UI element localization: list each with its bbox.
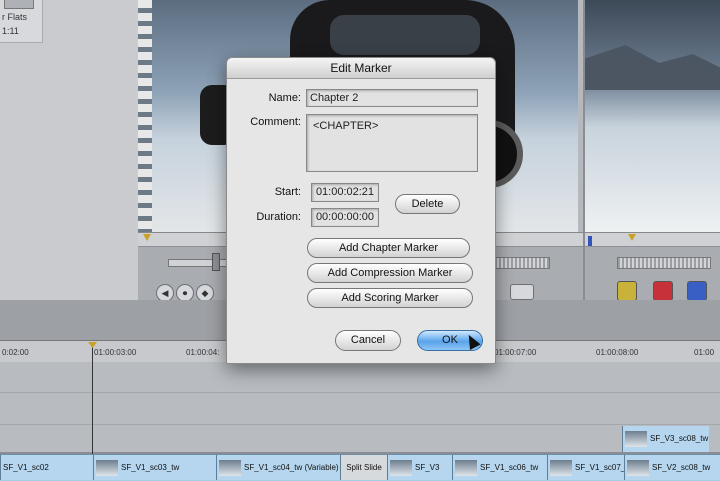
browser-panel [0,0,138,305]
clip-label: SF_V2_sc08_tw [652,463,711,472]
comment-label: Comment: [250,116,301,128]
clip-thumbnail [219,459,241,476]
comment-field[interactable]: <CHAPTER> [306,114,478,172]
timeline-clip[interactable]: SF_V1_sc07_t [547,455,624,480]
add-compression-marker-button[interactable]: Add Compression Marker [307,263,473,283]
add-chapter-marker-button[interactable]: Add Chapter Marker [307,238,470,258]
clip-label: SF_V1_sc07_t [575,463,624,472]
ruler-tick-label: 01:00 [694,348,715,357]
start-timecode-field[interactable]: 01:00:02:21 [311,183,379,202]
clip-thumbnail [455,459,477,476]
timeline-clip[interactable]: SF_V1_sc02 [0,455,95,480]
delete-button[interactable]: Delete [395,194,460,214]
clip-label: SF_V1_sc02 [3,463,49,472]
browser-item-name: r Flats [2,12,28,22]
filmstrip-overlay [138,0,152,232]
duration-timecode-field[interactable]: 00:00:00:00 [311,208,379,227]
replace-edit-button[interactable] [687,281,707,301]
transition[interactable]: Split Slide [340,455,387,480]
canvas-jog-wheel[interactable] [617,257,711,269]
clip-thumbnail [550,459,572,476]
browser-item-duration: 1:11 [2,26,19,36]
browser-toggle-button[interactable] [4,0,34,9]
clip-label: SF_V1_sc04_tw (Variable) [244,463,339,472]
ruler-tick-label: 01:00:08:00 [596,348,639,357]
canvas-video-frame [585,0,720,232]
match-frame-button[interactable] [510,284,534,300]
clip-label: SF_V3 [415,463,440,472]
ruler-tick-label: 01:00:03:00 [94,348,137,357]
clip-label: SF_V1_sc03_tw [121,463,180,472]
shuttle-slider-handle[interactable] [212,253,220,271]
canvas-controls [585,246,720,301]
timeline-clip[interactable]: SF_V3_sc08_tw [622,426,709,452]
insert-edit-button[interactable] [617,281,637,301]
dialog-title: Edit Marker [227,58,495,79]
clip-label: SF_V3_sc08_tw [650,434,709,443]
edit-marker-dialog: Edit Marker Name: Chapter 2 Comment: <CH… [226,57,496,364]
timeline-tracks [0,362,720,452]
car-window-image [330,15,480,55]
canvas-playhead-icon[interactable] [628,234,636,241]
start-label: Start: [274,186,301,198]
canvas-scrubber[interactable] [585,232,720,247]
name-label: Name: [268,92,301,104]
transition-label: Split Slide [346,463,382,472]
timeline-clip[interactable]: SF_V1_sc03_tw [93,455,216,480]
in-point-icon [588,236,592,246]
duration-label: Duration: [256,211,301,223]
timeline-clip[interactable]: SF_V1_sc06_tw [452,455,547,480]
clip-thumbnail [96,459,118,476]
track-divider [0,424,720,425]
track-divider [0,392,720,393]
overwrite-edit-button[interactable] [653,281,673,301]
viewer-playhead-icon[interactable] [143,234,151,241]
ruler-tick-label: 01:00:07:00 [494,348,537,357]
clip-thumbnail [390,459,412,476]
timeline-clip[interactable]: SF_V3 [387,455,452,480]
cancel-button[interactable]: Cancel [335,330,401,351]
timeline-clip[interactable]: SF_V1_sc04_tw (Variable) [216,455,341,480]
name-field[interactable]: Chapter 2 [306,89,478,107]
ruler-tick-label: 0:02:00 [2,348,29,357]
ruler-tick-label: 01:00:04: [186,348,220,357]
add-scoring-marker-button[interactable]: Add Scoring Marker [307,288,473,308]
timeline-clip[interactable]: SF_V2_sc08_tw [624,455,720,480]
timeline-playhead[interactable] [92,342,93,454]
clip-label: SF_V1_sc06_tw [480,463,539,472]
clip-thumbnail [625,430,647,447]
clip-thumbnail [627,459,649,476]
browser-item[interactable]: r Flats 1:11 [0,0,43,43]
